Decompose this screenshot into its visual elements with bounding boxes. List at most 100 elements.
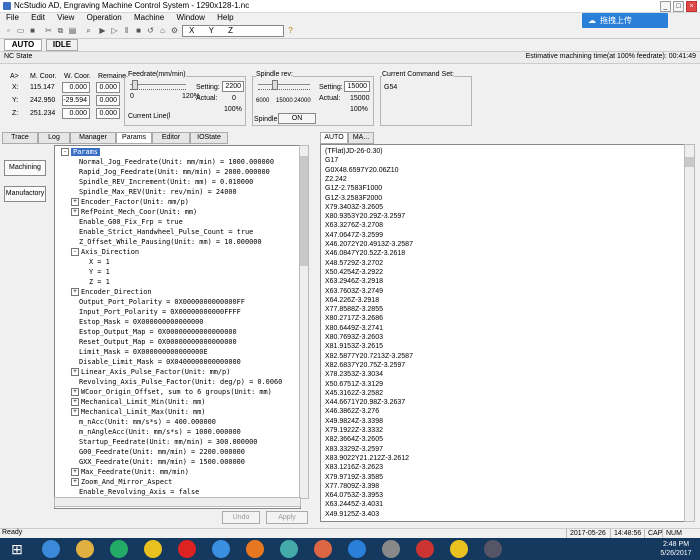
tree-item[interactable]: Spindle_Max_REV(Unit: rev/min) = 24000 [79,187,237,197]
expand-icon[interactable]: + [71,198,79,206]
tree-item[interactable]: Disable_Limit_Mask = 0X0400000000000000 [79,357,241,367]
clock[interactable]: 2:48 PM 5/26/2017 [654,540,698,558]
expand-icon[interactable]: + [71,408,79,416]
tree-item[interactable]: + Encoder_Direction [71,287,152,297]
gcode-line[interactable]: X44.6671Y20.98Z-3.2637 [325,398,405,407]
expand-icon[interactable]: + [71,398,79,406]
z-wcoor[interactable]: 0.000 [62,108,90,119]
tree-item[interactable]: Enable_G00_Fix_Frp = true [79,217,183,227]
tree-item[interactable]: + Zoom_And_Mirror_Aspect [71,477,172,487]
tree-item[interactable]: + RefPoint_Mech_Coor(Unit: mm) [71,207,197,217]
gcode-line[interactable]: X63.7603Z-3.2749 [325,287,383,296]
stop-icon[interactable]: ■ [134,26,143,35]
gcode-line[interactable]: X49.9125Z-3.403 [325,510,379,519]
save-icon[interactable]: ■ [28,26,37,35]
app-icon[interactable] [314,540,332,558]
gcode-line[interactable]: X80.9353Y20.29Z-3.2597 [325,212,405,221]
expand-icon[interactable]: + [71,368,79,376]
gcode-line[interactable]: X82.3664Z-3.2605 [325,435,383,444]
feed-setting-value[interactable]: 2200 [222,81,244,92]
pause-icon[interactable]: ‖ [122,26,131,35]
collapse-icon[interactable]: - [61,148,69,156]
gcode-line[interactable]: X63.3276Z-3.2708 [325,221,383,230]
gcode-line[interactable]: G1Z-3.2583F2000 [325,194,382,203]
manufactory-button[interactable]: Manufactory [4,186,46,202]
cloud-app-icon[interactable] [348,540,366,558]
gcode-line[interactable]: X64.0753Z-3.3953 [325,491,383,500]
baidu-cloud-icon[interactable] [212,540,230,558]
gcode-line[interactable]: X77.8588Z-3.2855 [325,305,383,314]
new-file-icon[interactable]: ▫ [4,26,13,35]
gcode-line[interactable]: X80.6449Z-3.2741 [325,324,383,333]
gcode-line[interactable]: X46.0847Y20.52Z-3.2618 [325,249,405,258]
tree-item[interactable]: Output_Port_Polarity = 0X0000000000000FF [79,297,245,307]
chrome-icon[interactable] [144,540,162,558]
tree-item[interactable]: + Max_Feedrate(Unit: mm/min) [71,467,189,477]
gcode-line[interactable]: X63.2445Z-3.4031 [325,500,383,509]
step-icon[interactable]: ▷ [110,26,119,35]
maximize-button[interactable]: □ [673,1,684,12]
menu-view[interactable]: View [57,12,74,24]
tree-item[interactable]: X = 1 [89,257,110,267]
tree-item[interactable]: + Encoder_Factor(Unit: mm/p) [71,197,189,207]
expand-icon[interactable]: + [71,468,79,476]
gcode-line[interactable]: X79.9719Z-3.3585 [325,473,383,482]
tool-app-icon[interactable] [484,540,502,558]
tree-item[interactable]: G00_Feedrate(Unit: mm/min) = 2200.000000 [79,447,245,457]
gcode-line[interactable]: X80.7693Z-3.2603 [325,333,383,342]
paste-icon[interactable]: ▤ [68,26,77,35]
hammer-icon[interactable] [382,540,400,558]
paint-icon[interactable] [280,540,298,558]
menu-window[interactable]: Window [176,12,204,24]
gcode-line[interactable]: X83.3329Z-3.2597 [325,445,383,454]
tree-item[interactable]: Estop_Mask = 0X000000000000000 [79,317,203,327]
close-button[interactable]: × [686,1,697,12]
gcode-line[interactable]: X83.9022Y21.212Z-3.2612 [325,454,409,463]
tab-auto[interactable]: AUTO [320,132,348,144]
reset-icon[interactable]: ↺ [146,26,155,35]
internet-explorer-icon[interactable] [42,540,60,558]
gcode-line[interactable]: X79.1922Z-3.3332 [325,426,383,435]
y-wcoor[interactable]: -29.594 [62,95,90,106]
gcode-line[interactable]: X64.226Z-3.2918 [325,296,379,305]
tab-trace[interactable]: Trace [2,132,38,144]
gcode-line[interactable]: X82.6837Y20.75Z-3.2597 [325,361,405,370]
coordinate-input[interactable]: X Y Z [182,25,284,37]
menu-edit[interactable]: Edit [31,12,45,24]
menu-help[interactable]: Help [217,12,233,24]
gcode-line[interactable]: X77.7809Z-3.398 [325,482,379,491]
tree-item[interactable]: Input_Port_Polarity = 0X00000000000FFFF [79,307,241,317]
gcode-line[interactable]: X63.2946Z-3.2918 [325,277,383,286]
tree-item[interactable]: Normal_Jog_Feedrate(Unit: mm/min) = 1000… [79,157,274,167]
tree-item[interactable]: Rapid_Jog_Feedrate(Unit: mm/min) = 2000.… [79,167,270,177]
tree-item[interactable]: GXX_Feedrate(Unit: mm/min) = 1500.000000 [79,457,245,467]
menu-operation[interactable]: Operation [87,12,122,24]
gcode-line[interactable]: X45.3162Z-3.2582 [325,389,383,398]
nc-studio-icon[interactable] [178,540,196,558]
tree-vertical-scrollbar[interactable] [299,145,309,499]
menu-machine[interactable]: Machine [134,12,164,24]
gcode-line[interactable]: X48.5729Z-3.2702 [325,259,383,268]
copy-icon[interactable]: ⧉ [56,26,65,35]
tree-item[interactable]: + Mechanical_Limit_Min(Unit: mm) [71,397,205,407]
folder-icon[interactable] [76,540,94,558]
tree-item[interactable]: + Mechanical_Limit_Max(Unit: mm) [71,407,205,417]
gcode-line[interactable]: X82.5877Y20.7213Z-3.2587 [325,352,413,361]
minimize-button[interactable]: _ [660,1,671,12]
gcode-line[interactable]: X50.4254Z-3.2922 [325,268,383,277]
gcode-line[interactable]: G17 [325,156,338,165]
tab-params[interactable]: Params [116,132,152,144]
tree-item[interactable]: Revolving_Axis_Pulse_Factor(Unit: deg/p)… [79,377,282,387]
tree-scroll-thumb[interactable] [300,156,308,266]
chrome-2-icon[interactable] [450,540,468,558]
dp-app-icon[interactable] [416,540,434,558]
tab-iostate[interactable]: IOState [190,132,228,144]
gcode-line[interactable]: Z2.242 [325,175,347,184]
tab-manual[interactable]: MA... [348,132,374,144]
gcode-vertical-scrollbar[interactable] [684,144,695,522]
feedrate-slider[interactable] [130,84,186,85]
tree-item[interactable]: m_nAcc(Unit: mm/s*s) = 400.000000 [79,417,216,427]
gcode-line[interactable]: G1Z-2.7583F1000 [325,184,382,193]
tree-item[interactable]: Spindle_REV_Increment(Unit: mm) = 0.0100… [79,177,253,187]
x-wcoor[interactable]: 0.000 [62,82,90,93]
